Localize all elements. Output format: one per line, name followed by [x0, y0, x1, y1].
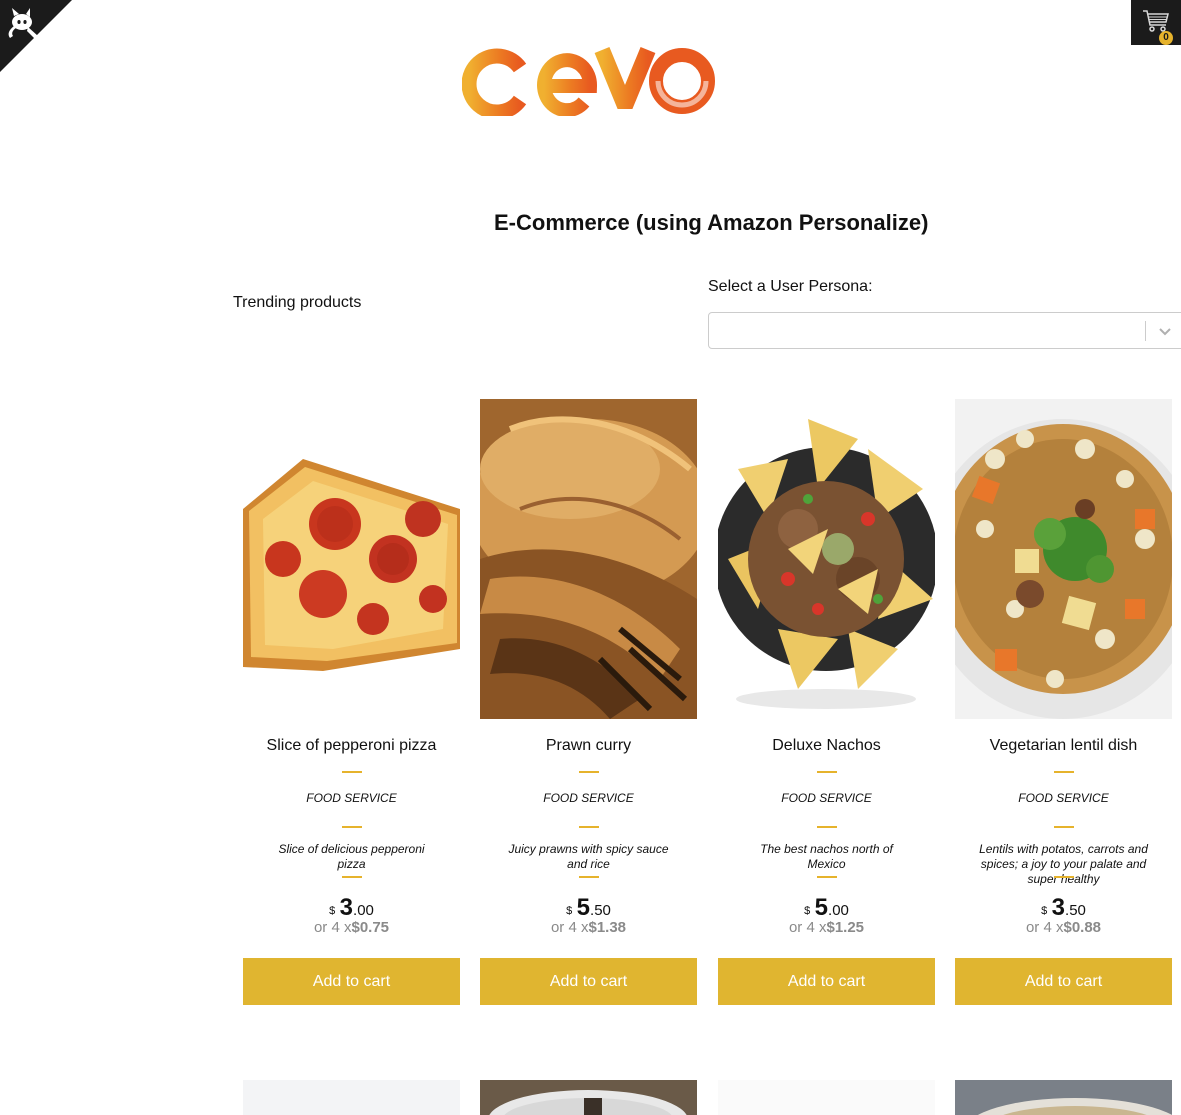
product-card: Deluxe Nachos FOOD SERVICE The best nach… [718, 399, 935, 1005]
product-image-nachos[interactable] [718, 399, 935, 719]
divider [578, 826, 599, 828]
product-card: Slice of pepperoni pizza FOOD SERVICE Sl… [243, 399, 460, 1005]
product-image-pizza[interactable] [243, 399, 460, 719]
cart-count-badge: 0 [1159, 31, 1173, 45]
product-price: $ 5.50 [480, 894, 697, 921]
cevo-logo [461, 44, 716, 120]
add-to-cart-button[interactable]: Add to cart [480, 958, 697, 1005]
product-price: $ 5.00 [718, 894, 935, 921]
divider [816, 876, 837, 878]
divider [1053, 771, 1074, 773]
price-integer: 3 [339, 894, 354, 921]
installment-amount: $0.75 [351, 919, 390, 936]
price-currency: $ [566, 905, 573, 917]
price-decimal: .00 [828, 902, 849, 919]
installment-amount: $1.25 [826, 919, 865, 936]
lentil-stew-image [955, 399, 1172, 719]
product-card: Prawn curry FOOD SERVICE Juicy prawns wi… [480, 399, 697, 1005]
product-name[interactable]: Vegetarian lentil dish [955, 737, 1172, 757]
installment-info: or 4 x$1.38 [480, 919, 697, 936]
cart-button[interactable]: 0 [1131, 0, 1181, 45]
product-price: $ 3.50 [955, 894, 1172, 921]
divider [1053, 826, 1074, 828]
price-currency: $ [329, 905, 336, 917]
divider [578, 876, 599, 878]
select-separator [1145, 321, 1146, 341]
product-thumbnail [718, 1080, 935, 1115]
chevron-down-icon[interactable] [1157, 323, 1173, 339]
installment-amount: $0.88 [1063, 919, 1102, 936]
price-decimal: .50 [1065, 902, 1086, 919]
section-title-trending: Trending products [233, 294, 362, 311]
divider [578, 771, 599, 773]
product-thumbnail [243, 1080, 460, 1115]
installment-prefix: or 4 x [1025, 919, 1064, 936]
github-octocat-icon [0, 0, 72, 72]
installment-prefix: or 4 x [788, 919, 827, 936]
divider [341, 771, 362, 773]
product-description: Juicy prawns with spicy sauce and rice [508, 842, 669, 871]
product-image-lentil[interactable] [955, 399, 1172, 719]
price-decimal: .50 [590, 902, 611, 919]
product-category: FOOD SERVICE [543, 791, 634, 805]
product-category: FOOD SERVICE [306, 791, 397, 805]
product-price: $ 3.00 [243, 894, 460, 921]
add-to-cart-button[interactable]: Add to cart [243, 958, 460, 1005]
product-image-prawn[interactable] [480, 399, 697, 719]
github-corner-link[interactable] [0, 0, 72, 72]
page-title: E-Commerce (using Amazon Personalize) [494, 210, 929, 235]
product-category: FOOD SERVICE [781, 791, 872, 805]
product-description: Slice of delicious pepperoni pizza [278, 842, 425, 871]
nachos-image [718, 399, 935, 719]
product-name[interactable]: Prawn curry [480, 737, 697, 757]
installment-info: or 4 x$0.75 [243, 919, 460, 936]
installment-prefix: or 4 x [313, 919, 352, 936]
add-to-cart-button[interactable]: Add to cart [718, 958, 935, 1005]
divider [341, 876, 362, 878]
product-image-partial[interactable] [718, 1080, 935, 1115]
prawn-curry-image [480, 399, 697, 719]
pizza-slice-image [243, 399, 460, 719]
price-integer: 5 [814, 894, 829, 921]
price-integer: 5 [576, 894, 591, 921]
price-decimal: .00 [353, 902, 374, 919]
installment-info: or 4 x$0.88 [955, 919, 1172, 936]
divider [816, 826, 837, 828]
price-currency: $ [1041, 905, 1048, 917]
product-thumbnail [955, 1080, 1172, 1115]
divider [341, 826, 362, 828]
product-category: FOOD SERVICE [1018, 791, 1109, 805]
divider [1053, 876, 1074, 878]
product-name[interactable]: Deluxe Nachos [718, 737, 935, 757]
persona-select-label: Select a User Persona: [708, 278, 873, 295]
product-description: The best nachos north of Mexico [760, 842, 893, 871]
divider [816, 771, 837, 773]
product-image-partial[interactable] [955, 1080, 1172, 1115]
price-currency: $ [804, 905, 811, 917]
product-image-partial[interactable] [243, 1080, 460, 1115]
product-thumbnail [480, 1080, 697, 1115]
product-description: Lentils with potatos, carrots and spices… [979, 842, 1148, 886]
product-image-partial[interactable] [480, 1080, 697, 1115]
product-card: Vegetarian lentil dish FOOD SERVICE Lent… [955, 399, 1172, 1005]
add-to-cart-button[interactable]: Add to cart [955, 958, 1172, 1005]
product-name[interactable]: Slice of pepperoni pizza [243, 737, 460, 757]
installment-prefix: or 4 x [550, 919, 589, 936]
persona-select[interactable] [708, 312, 1181, 349]
installment-amount: $1.38 [588, 919, 627, 936]
price-integer: 3 [1051, 894, 1066, 921]
installment-info: or 4 x$1.25 [718, 919, 935, 936]
shopping-cart-icon [1143, 10, 1169, 32]
